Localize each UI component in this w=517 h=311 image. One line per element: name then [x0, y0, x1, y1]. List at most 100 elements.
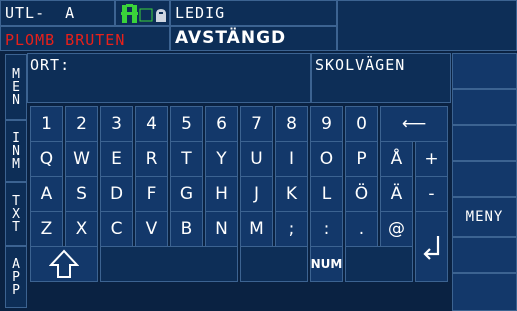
shift-key[interactable]	[30, 246, 98, 282]
key-label: P	[356, 149, 367, 169]
key-L[interactable]: L	[310, 176, 343, 212]
key-3[interactable]: 3	[100, 106, 133, 142]
tab-inm[interactable]: I N M	[5, 120, 27, 182]
tab-app-char: P	[12, 269, 20, 285]
mode-panel: AVSTÄNGD	[170, 26, 337, 51]
tab-inm-char: M	[12, 156, 20, 172]
key-label: H	[215, 184, 228, 204]
status-text: LEDIG	[175, 4, 226, 22]
header-spare-panel	[337, 0, 517, 51]
key-S[interactable]: S	[65, 176, 98, 212]
key-label: +	[424, 149, 439, 169]
key-2[interactable]: 2	[65, 106, 98, 142]
key-N[interactable]: N	[205, 211, 238, 247]
key-W[interactable]: W	[65, 141, 98, 177]
ort-field[interactable]: ORT:	[27, 53, 311, 103]
key-K[interactable]: K	[275, 176, 308, 212]
key-label: @	[388, 219, 405, 239]
enter-key[interactable]	[415, 211, 448, 282]
tab-men-char: M	[12, 66, 20, 82]
key-T[interactable]: T	[170, 141, 203, 177]
shift-icon	[49, 249, 79, 278]
key-1[interactable]: 1	[30, 106, 63, 142]
key-8[interactable]: 8	[275, 106, 308, 142]
key-A[interactable]: A	[30, 176, 63, 212]
ort-value-field[interactable]: SKOLVÄGEN	[311, 53, 451, 103]
key-label: NUM	[310, 257, 343, 271]
key-Å[interactable]: Å	[380, 141, 413, 177]
key-O[interactable]: O	[310, 141, 343, 177]
tab-inm-char: N	[12, 143, 20, 159]
key-label: 8	[286, 114, 297, 134]
tab-men-char: E	[12, 79, 20, 95]
status-panel: LEDIG	[170, 0, 337, 26]
key-label: A	[40, 184, 53, 204]
unit-id: UTL- A	[5, 4, 76, 22]
key-label: L	[321, 184, 332, 204]
key-label: B	[180, 219, 193, 239]
num-key[interactable]: NUM	[310, 246, 343, 282]
alarm-panel: PLOMB BRUTEN	[0, 26, 170, 51]
key-label: 1	[41, 114, 52, 134]
key-5[interactable]: 5	[170, 106, 203, 142]
side-button-6[interactable]	[452, 237, 517, 273]
side-button-7[interactable]	[452, 273, 517, 311]
key-C[interactable]: C	[100, 211, 133, 247]
side-button-2[interactable]	[452, 89, 517, 125]
key-label: :	[323, 219, 330, 239]
key-P[interactable]: P	[345, 141, 378, 177]
key-Q[interactable]: Q	[30, 141, 63, 177]
tab-men[interactable]: M E N	[5, 54, 27, 120]
key-+[interactable]: +	[415, 141, 448, 177]
key-Ö[interactable]: Ö	[345, 176, 378, 212]
space-key[interactable]	[100, 246, 238, 282]
key-label: M	[249, 219, 264, 239]
key-Ä[interactable]: Ä	[380, 176, 413, 212]
key-R[interactable]: R	[135, 141, 168, 177]
tab-app[interactable]: A P P	[5, 246, 27, 308]
key-label: 7	[251, 114, 262, 134]
key-6[interactable]: 6	[205, 106, 238, 142]
key--[interactable]: -	[415, 176, 448, 212]
key-colon[interactable]: :	[310, 211, 343, 247]
key-label: Z	[40, 219, 53, 239]
backspace-key[interactable]: ⟵	[380, 106, 448, 142]
key-4[interactable]: 4	[135, 106, 168, 142]
key-J[interactable]: J	[240, 176, 273, 212]
key-D[interactable]: D	[100, 176, 133, 212]
key-Z[interactable]: Z	[30, 211, 63, 247]
key-0[interactable]: 0	[345, 106, 378, 142]
tab-inm-char: I	[12, 130, 20, 146]
alarm-text: PLOMB BRUTEN	[5, 31, 126, 49]
key-I[interactable]: I	[275, 141, 308, 177]
status-icons-panel	[115, 0, 170, 26]
key-7[interactable]: 7	[240, 106, 273, 142]
key-E[interactable]: E	[100, 141, 133, 177]
mode-text: AVSTÄNGD	[175, 28, 287, 48]
key-Y[interactable]: Y	[205, 141, 238, 177]
side-button-1[interactable]	[452, 53, 517, 89]
tab-men-char: N	[12, 92, 20, 108]
enter-icon	[422, 235, 439, 260]
key-G[interactable]: G	[170, 176, 203, 212]
key-M[interactable]: M	[240, 211, 273, 247]
side-button-4[interactable]	[452, 161, 517, 197]
key-F[interactable]: F	[135, 176, 168, 212]
key-label: Ö	[354, 184, 369, 204]
meny-button[interactable]: MENY	[452, 197, 517, 237]
key-U[interactable]: U	[240, 141, 273, 177]
spacer-key	[345, 246, 413, 282]
key-label: X	[75, 219, 88, 239]
side-button-3[interactable]	[452, 125, 517, 161]
key-label: ⟵	[401, 114, 427, 134]
key-X[interactable]: X	[65, 211, 98, 247]
key-H[interactable]: H	[205, 176, 238, 212]
key-semicolon[interactable]: ;	[275, 211, 308, 247]
key-label: T	[181, 149, 192, 169]
key-at[interactable]: @	[380, 211, 413, 247]
key-V[interactable]: V	[135, 211, 168, 247]
key-period[interactable]: .	[345, 211, 378, 247]
tab-txt[interactable]: T X T	[5, 182, 27, 246]
key-9[interactable]: 9	[310, 106, 343, 142]
key-B[interactable]: B	[170, 211, 203, 247]
